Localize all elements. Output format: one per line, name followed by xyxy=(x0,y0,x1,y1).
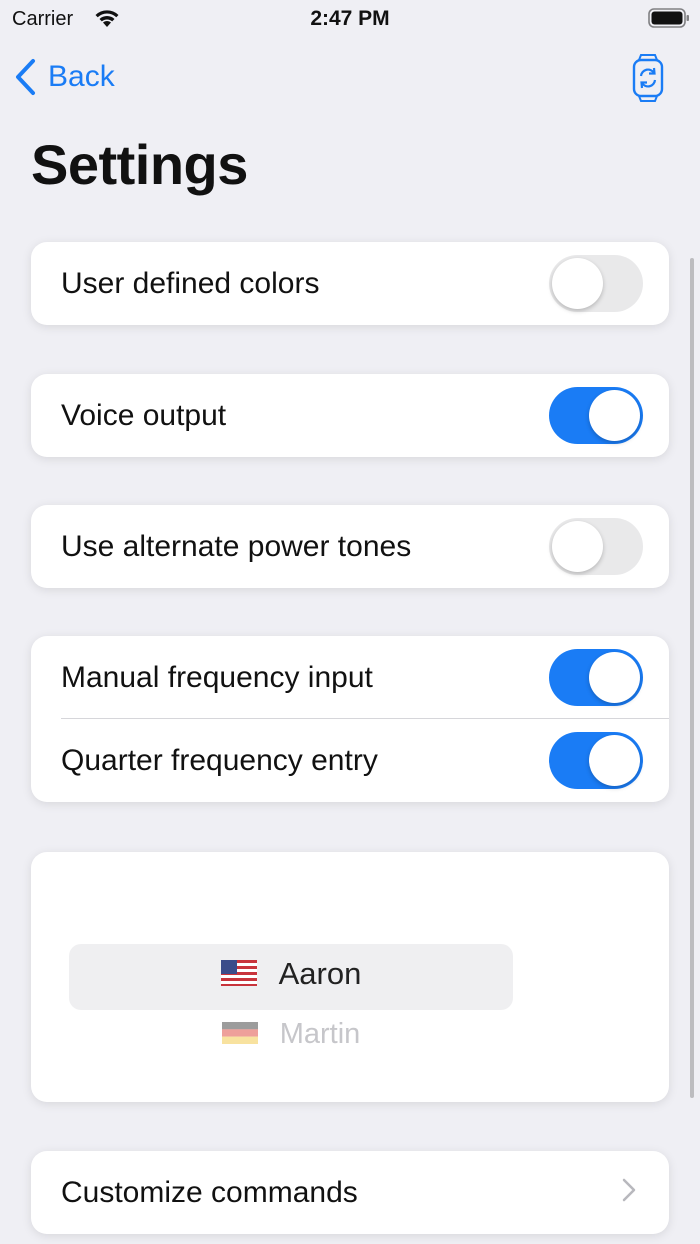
battery-icon xyxy=(648,8,689,28)
customize-commands-card[interactable]: Customize commands xyxy=(31,1151,669,1234)
manual-frequency-row: Manual frequency input xyxy=(31,636,669,719)
power-tones-label: Use alternate power tones xyxy=(61,529,412,563)
user-colors-row: User defined colors xyxy=(31,242,669,325)
toggle-knob xyxy=(552,521,603,572)
voice-picker-card: Aaron Martin xyxy=(31,852,669,1102)
power-tones-card: Use alternate power tones xyxy=(31,505,669,588)
quarter-frequency-label: Quarter frequency entry xyxy=(61,743,378,777)
voice-output-card: Voice output xyxy=(31,374,669,457)
toggle-knob xyxy=(589,735,640,786)
power-tones-row: Use alternate power tones xyxy=(31,505,669,588)
customize-commands-row[interactable]: Customize commands xyxy=(31,1151,669,1234)
frequency-card: Manual frequency input Quarter frequency… xyxy=(31,636,669,802)
watch-sync-icon[interactable] xyxy=(630,54,666,107)
user-colors-card: User defined colors xyxy=(31,242,669,325)
quarter-frequency-toggle[interactable] xyxy=(549,732,643,789)
back-button[interactable]: Back xyxy=(14,58,115,96)
status-bar: Carrier 2:47 PM xyxy=(0,0,700,40)
back-label: Back xyxy=(48,60,115,93)
voice-output-label: Voice output xyxy=(61,398,227,432)
chevron-left-icon xyxy=(16,59,35,95)
page-title: Settings xyxy=(31,133,248,196)
picker-option-martin[interactable]: Martin xyxy=(69,1018,513,1052)
picker-option-label: Aaron xyxy=(278,956,362,991)
navigation-bar: Back xyxy=(0,52,700,108)
scroll-indicator[interactable] xyxy=(690,258,694,1098)
toggle-knob xyxy=(552,258,603,309)
user-colors-label: User defined colors xyxy=(61,266,320,300)
chevron-right-icon xyxy=(621,1177,637,1208)
power-tones-toggle[interactable] xyxy=(549,518,643,575)
us-flag-icon xyxy=(220,958,257,994)
manual-frequency-label: Manual frequency input xyxy=(61,660,373,694)
picker-option-aaron[interactable]: Aaron xyxy=(69,956,513,994)
voice-output-toggle[interactable] xyxy=(549,387,643,444)
toggle-knob xyxy=(589,390,640,441)
de-flag-icon xyxy=(221,1019,258,1052)
voice-output-row: Voice output xyxy=(31,374,669,457)
status-time: 2:47 PM xyxy=(310,7,390,30)
manual-frequency-toggle[interactable] xyxy=(549,649,643,706)
picker-option-label: Martin xyxy=(279,1018,361,1050)
user-colors-toggle[interactable] xyxy=(549,255,643,312)
customize-commands-label: Customize commands xyxy=(61,1175,358,1209)
quarter-frequency-row: Quarter frequency entry xyxy=(31,719,669,802)
toggle-knob xyxy=(589,652,640,703)
